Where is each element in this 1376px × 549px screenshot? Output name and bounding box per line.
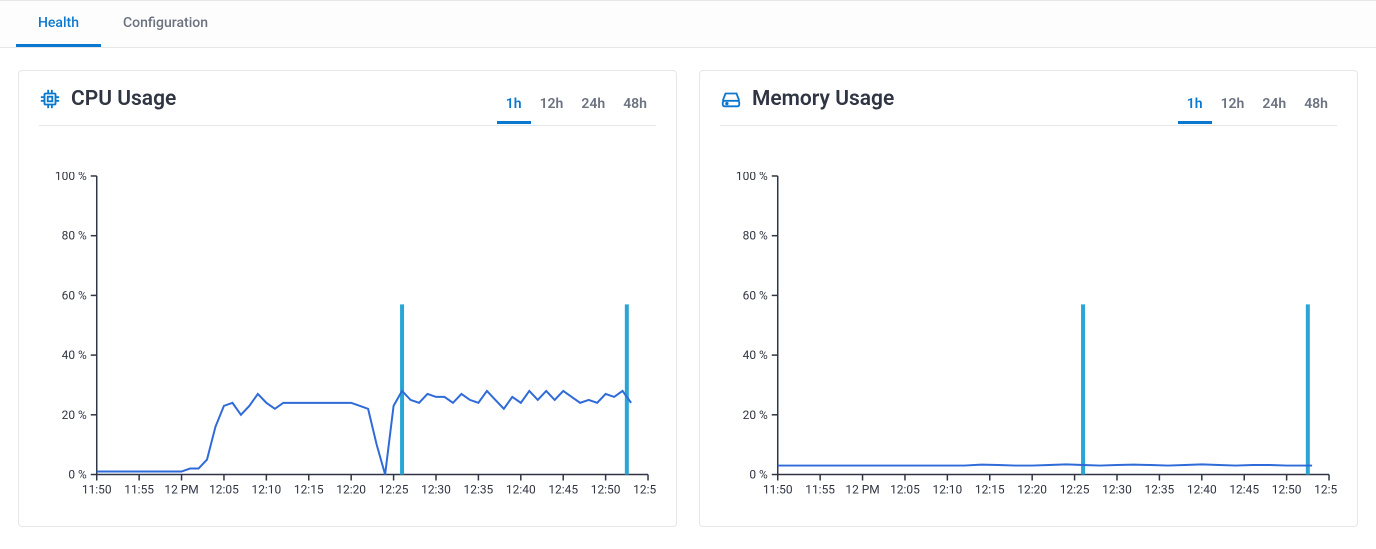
panel-memory-usage: Memory Usage 1h 12h 24h 48h 0 % 20 % 40 % 6…: [699, 70, 1358, 527]
x-tick-label: 12:55: [633, 482, 656, 496]
panel-cpu-usage: CPU Usage 1h 12h 24h 48h 0 % 20 % 40 % 60 %…: [18, 70, 677, 527]
y-tick-label: 40 %: [743, 348, 768, 362]
panel-title: Memory Usage: [752, 87, 894, 111]
cpu-icon: [39, 88, 61, 110]
x-tick-label: 12:05: [209, 482, 239, 496]
y-tick-label: 60 %: [743, 288, 768, 302]
x-tick-label: 12:45: [548, 482, 578, 496]
series-line: [778, 464, 1312, 465]
x-tick-label: 12 PM: [845, 482, 879, 496]
range-option-48h[interactable]: 48h: [614, 90, 656, 124]
memory-chart: 0 % 20 % 40 % 60 % 80 % 100 % 11:50 11:55 12 PM 1…: [720, 172, 1337, 500]
x-tick-label: 12:40: [506, 482, 536, 496]
drive-icon: [720, 88, 742, 110]
x-tick-label: 12:35: [1145, 482, 1175, 496]
tab-configuration[interactable]: Configuration: [101, 1, 230, 47]
range-option-48h[interactable]: 48h: [1295, 90, 1337, 124]
chart-svg: 0 % 20 % 40 % 60 % 80 % 100 % 11:50 11:55 12 PM 1…: [39, 172, 656, 500]
panels-row: CPU Usage 1h 12h 24h 48h 0 % 20 % 40 % 60 %…: [0, 48, 1376, 549]
x-tick-label: 12:15: [975, 482, 1005, 496]
y-tick-label: 0 %: [749, 467, 768, 481]
panel-header: CPU Usage 1h 12h 24h 48h: [39, 87, 656, 126]
y-tick-label: 20 %: [62, 408, 87, 422]
x-tick-label: 12:40: [1187, 482, 1217, 496]
cpu-chart: 0 % 20 % 40 % 60 % 80 % 100 % 11:50 11:55 12 PM 1…: [39, 172, 656, 500]
x-tick-label: 12:10: [251, 482, 281, 496]
x-tick-label: 11:50: [763, 482, 793, 496]
tab-health[interactable]: Health: [16, 1, 101, 47]
x-tick-label: 12:50: [591, 482, 621, 496]
x-tick-label: 12:30: [1102, 482, 1132, 496]
tab-bar: Health Configuration: [0, 0, 1376, 48]
y-tick-label: 20 %: [743, 408, 768, 422]
x-tick-label: 12:20: [336, 482, 366, 496]
y-tick-label: 100 %: [55, 172, 87, 183]
x-tick-label: 12:15: [294, 482, 324, 496]
x-tick-label: 11:50: [82, 482, 112, 496]
x-tick-label: 12:55: [1314, 482, 1337, 496]
range-option-24h[interactable]: 24h: [572, 90, 614, 124]
x-tick-label: 12 PM: [164, 482, 198, 496]
time-range-picker: 1h 12h 24h 48h: [1178, 90, 1337, 109]
x-tick-label: 12:25: [379, 482, 409, 496]
y-tick-label: 60 %: [62, 288, 87, 302]
y-tick-label: 40 %: [62, 348, 87, 362]
x-tick-label: 12:45: [1229, 482, 1259, 496]
x-tick-label: 11:55: [124, 482, 154, 496]
x-tick-label: 12:30: [421, 482, 451, 496]
x-tick-label: 12:50: [1272, 482, 1302, 496]
range-option-1h[interactable]: 1h: [1178, 90, 1212, 124]
x-tick-label: 12:35: [464, 482, 494, 496]
x-tick-label: 12:05: [890, 482, 920, 496]
range-option-24h[interactable]: 24h: [1253, 90, 1295, 124]
x-tick-label: 12:20: [1017, 482, 1047, 496]
panel-title-wrap: CPU Usage: [39, 87, 176, 111]
range-option-1h[interactable]: 1h: [497, 90, 531, 124]
panel-title: CPU Usage: [71, 87, 176, 111]
x-tick-label: 12:10: [932, 482, 962, 496]
range-option-12h[interactable]: 12h: [1212, 90, 1254, 124]
panel-title-wrap: Memory Usage: [720, 87, 894, 111]
panel-header: Memory Usage 1h 12h 24h 48h: [720, 87, 1337, 126]
series-line: [97, 391, 631, 475]
chart-svg: 0 % 20 % 40 % 60 % 80 % 100 % 11:50 11:55 12 PM 1…: [720, 172, 1337, 500]
x-tick-label: 12:25: [1060, 482, 1090, 496]
y-tick-label: 80 %: [743, 229, 768, 243]
y-tick-label: 100 %: [736, 172, 768, 183]
y-tick-label: 0 %: [68, 467, 87, 481]
y-tick-label: 80 %: [62, 229, 87, 243]
range-option-12h[interactable]: 12h: [531, 90, 573, 124]
time-range-picker: 1h 12h 24h 48h: [497, 90, 656, 109]
x-tick-label: 11:55: [805, 482, 835, 496]
